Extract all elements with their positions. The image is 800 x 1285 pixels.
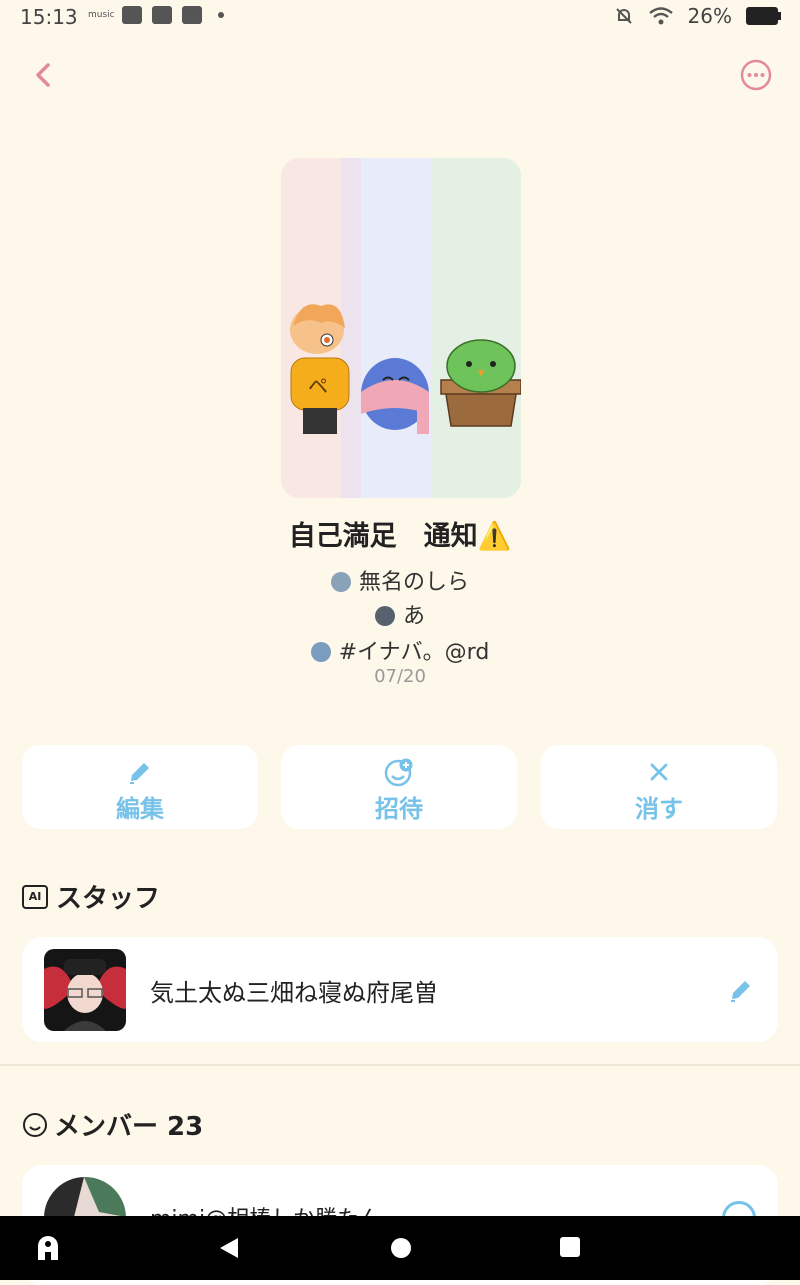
app-notification-icon <box>182 6 202 24</box>
staff-heading-text: スタッフ <box>56 884 161 914</box>
staff-avatar <box>44 949 126 1031</box>
invite-label: 招待 <box>375 795 423 823</box>
notification-icons: music <box>88 6 224 24</box>
more-notifications-dot <box>218 12 224 18</box>
battery-percent: 26% <box>687 4 732 28</box>
music-app-icon: music <box>88 10 115 20</box>
members-heading-text: メンバー 23 <box>54 1112 204 1142</box>
section-divider <box>0 1064 800 1066</box>
edit-label: 編集 <box>116 795 164 823</box>
creator-name: 無名のしら <box>358 570 469 595</box>
invite-smiley-plus-icon <box>384 758 413 787</box>
creator-name: あ <box>402 604 425 629</box>
mute-bell-icon <box>615 8 632 24</box>
battery-icon <box>746 7 781 25</box>
svg-text:ペ: ペ <box>308 374 328 398</box>
home-circle-icon[interactable] <box>389 1236 413 1260</box>
pencil-icon[interactable] <box>726 975 756 1005</box>
more-options-icon[interactable] <box>740 59 772 91</box>
back-triangle-icon[interactable] <box>218 1236 240 1260</box>
system-nav-bar <box>0 1216 800 1280</box>
close-x-icon <box>650 763 668 781</box>
accessibility-shortcut-icon[interactable] <box>34 1234 62 1262</box>
members-heading: メンバー 23 <box>22 1106 203 1143</box>
creator-row[interactable]: 無名のしら <box>0 564 800 596</box>
room-title: 自己満足 通知⚠️ <box>288 521 512 552</box>
edit-button[interactable]: 編集 <box>22 745 258 829</box>
app-notification-icon <box>122 6 142 24</box>
pencil-icon <box>130 763 149 784</box>
ai-badge-icon: AI <box>22 884 48 909</box>
creator-avatar <box>374 606 395 626</box>
creator-avatar <box>330 572 351 592</box>
status-time: 15:13 <box>20 5 78 29</box>
delete-label: 消す <box>635 795 683 823</box>
status-right: 26% <box>614 4 781 28</box>
creator-row[interactable]: あ <box>0 598 800 630</box>
creator-avatar <box>310 642 331 662</box>
creator-name: #イナバ。@rd <box>338 640 490 665</box>
invite-button[interactable]: 招待 <box>281 745 517 829</box>
staff-name: 気土太ぬ三畑ね寝ぬ府尾曽 <box>150 979 438 1007</box>
room-cover-image: ペ <box>281 158 521 498</box>
room-date: 07/20 <box>374 666 426 687</box>
back-chevron-icon[interactable] <box>28 58 62 92</box>
status-bar: 15:13 music 26% <box>0 0 800 34</box>
staff-heading: AI スタッフ <box>22 878 160 915</box>
delete-button[interactable]: 消す <box>541 745 777 829</box>
wifi-icon <box>648 7 673 25</box>
smiley-icon <box>23 1112 47 1137</box>
creator-row[interactable]: #イナバ。@rd <box>0 634 800 666</box>
staff-row[interactable]: 気土太ぬ三畑ね寝ぬ府尾曽 <box>22 937 778 1042</box>
app-notification-icon <box>152 6 172 24</box>
recents-square-icon[interactable] <box>559 1236 581 1258</box>
